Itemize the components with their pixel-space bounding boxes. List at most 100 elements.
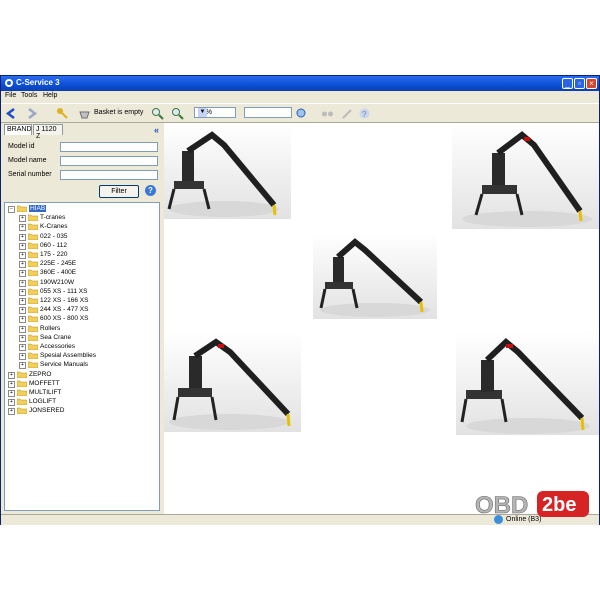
crane-image-4: [169, 338, 291, 430]
brand-tree: − HIAB + T-cranes + K-Cranes +022 - 035 +060 - …: [4, 202, 160, 511]
expand-node-icon[interactable]: +: [19, 298, 26, 305]
folder-icon: [27, 223, 39, 231]
tab-model[interactable]: J 1120 Z: [33, 124, 63, 140]
zoom-in-icon[interactable]: [151, 107, 164, 120]
tree-node-label: 055 XS - 111 XS: [40, 287, 88, 295]
expand-node-icon[interactable]: +: [19, 242, 26, 250]
tree-node-label: Accessories: [40, 343, 76, 350]
pen-icon[interactable]: [341, 107, 354, 120]
tree-node-label: Rollers: [40, 324, 61, 332]
menu-file[interactable]: File: [5, 92, 16, 99]
app-window: C-Service 3 _ ▫ × File Tools Help Basket…: [0, 75, 600, 525]
back-arrow-icon[interactable]: [5, 107, 18, 120]
chevron-down-icon[interactable]: ▼: [198, 108, 207, 117]
expand-node-icon[interactable]: +: [8, 408, 15, 416]
expand-node-icon[interactable]: +: [19, 316, 26, 324]
expand-node-icon[interactable]: +: [19, 224, 26, 232]
expand-node-icon[interactable]: +: [19, 307, 26, 315]
app-logo-icon: [5, 79, 13, 87]
basket-status: Basket is empty: [94, 109, 144, 116]
filter-button[interactable]: Filter: [99, 185, 139, 198]
folder-icon: [27, 334, 39, 342]
tree-node-label: 600 XS - 800 XS: [40, 315, 89, 323]
expand-node-icon[interactable]: +: [19, 334, 26, 342]
zoom-select[interactable]: 40% ▼: [194, 107, 236, 118]
search-icon[interactable]: [295, 107, 308, 120]
panel-tabs: BRAND J 1120 Z «: [3, 124, 161, 140]
filter-help-icon[interactable]: ?: [145, 185, 156, 196]
folder-icon: [27, 214, 39, 222]
crane-image-1: [167, 131, 279, 217]
model-id-field[interactable]: [60, 142, 158, 152]
tree-node-label: 060 - 112: [40, 241, 67, 249]
folder-icon: [16, 398, 28, 406]
tree-node-label: LOGLIFT: [29, 398, 57, 406]
tree-node-label: T-cranes: [40, 214, 66, 222]
expand-node-icon[interactable]: +: [19, 215, 26, 223]
expand-node-icon[interactable]: +: [19, 279, 26, 287]
expand-node-icon[interactable]: +: [19, 362, 26, 370]
model-name-label: Model name: [8, 157, 47, 164]
expand-node-icon[interactable]: +: [8, 399, 15, 407]
crane-card-2[interactable]: [452, 123, 599, 229]
folder-icon: [16, 205, 28, 213]
minimize-button[interactable]: _: [562, 78, 573, 89]
left-panel: BRAND J 1120 Z « Model id Model name Ser…: [2, 123, 162, 514]
expand-node-icon[interactable]: +: [19, 325, 26, 333]
expand-node-icon[interactable]: +: [19, 270, 26, 278]
maximize-button[interactable]: ▫: [574, 78, 585, 89]
svg-text:?: ?: [362, 110, 367, 119]
zoom-out-icon[interactable]: [171, 107, 184, 120]
folder-icon: [27, 279, 39, 286]
menu-tools[interactable]: Tools: [21, 92, 37, 99]
key-icon[interactable]: [56, 107, 69, 120]
tab-brand[interactable]: BRAND: [4, 124, 32, 135]
search-input[interactable]: [244, 107, 292, 118]
tree-node-label: MULTILIFT: [29, 389, 62, 396]
binoculars-icon[interactable]: [321, 107, 334, 120]
watermark-obd-text: OBD: [475, 492, 528, 519]
folder-icon: [27, 269, 39, 277]
expand-node-icon[interactable]: +: [8, 380, 15, 388]
tree-node-label: 244 XS - 477 XS: [40, 306, 89, 314]
close-button[interactable]: ×: [586, 78, 597, 89]
tree-node-label: ZEPRO: [29, 370, 52, 378]
folder-icon: [27, 325, 39, 332]
tree-node-label: 122 XS - 166 XS: [40, 297, 89, 304]
toolbar: Basket is empty 40% ▼ ?: [1, 103, 599, 123]
expand-node-icon[interactable]: +: [19, 353, 26, 361]
crane-card-3[interactable]: [313, 232, 437, 319]
crane-card-4[interactable]: [164, 332, 301, 432]
folder-icon: [27, 260, 39, 268]
expand-node-icon[interactable]: +: [19, 233, 26, 241]
tree-node-label: Service Manuals: [40, 361, 89, 369]
crane-card-1[interactable]: [164, 123, 291, 219]
menu-help[interactable]: Help: [43, 92, 57, 99]
expand-node-icon[interactable]: +: [19, 344, 26, 351]
expand-node-icon[interactable]: +: [19, 261, 26, 269]
serial-number-field[interactable]: [60, 170, 158, 180]
folder-icon: [16, 380, 28, 388]
folder-icon: [16, 407, 28, 415]
tree-node-label: 022 - 035: [40, 232, 68, 240]
expand-node-icon[interactable]: +: [19, 252, 26, 259]
expand-node-icon[interactable]: +: [8, 390, 15, 397]
tree-node-label: 360E - 400E: [40, 269, 77, 277]
model-name-field[interactable]: [60, 156, 158, 166]
help-icon[interactable]: ?: [358, 107, 371, 120]
crane-card-5[interactable]: [456, 332, 599, 435]
folder-icon: [27, 242, 39, 250]
basket-icon[interactable]: [78, 107, 91, 120]
collapse-node-icon[interactable]: −: [8, 206, 15, 213]
folder-icon: [16, 389, 28, 397]
forward-arrow-icon[interactable]: [25, 107, 38, 120]
folder-icon: [27, 288, 39, 296]
collapse-panel-icon[interactable]: «: [154, 125, 159, 135]
tree-node-label: K-Cranes: [40, 223, 68, 231]
serial-number-label: Serial number: [8, 171, 52, 178]
menu-bar: File Tools Help: [1, 91, 599, 102]
expand-node-icon[interactable]: +: [8, 371, 15, 379]
watermark-2be-text: 2be: [542, 494, 576, 516]
model-id-label: Model id: [8, 143, 35, 150]
expand-node-icon[interactable]: +: [19, 288, 26, 296]
